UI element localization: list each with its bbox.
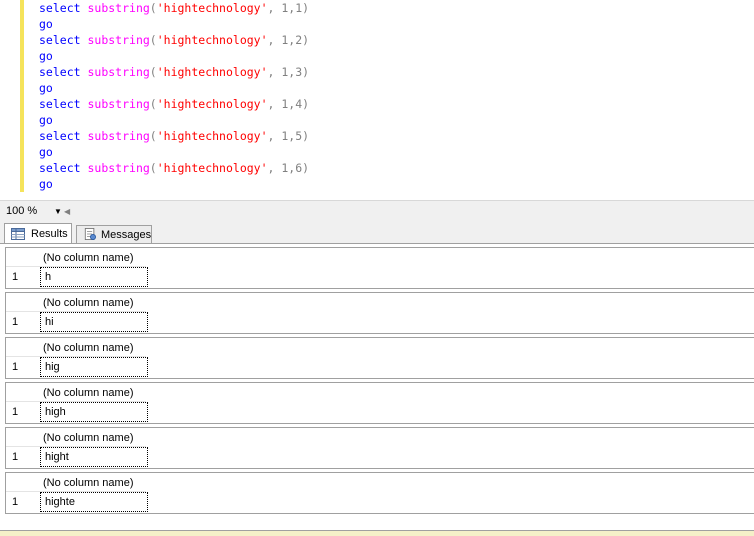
chevron-down-icon[interactable]: ▼ (54, 204, 62, 219)
code-line: select substring('hightechnology', 1,6) (39, 161, 310, 175)
code-line-go: go (39, 49, 53, 63)
row-number: 1 (12, 406, 19, 418)
result-cell[interactable]: hight (40, 447, 148, 467)
column-header[interactable]: (No column name) (41, 385, 149, 401)
code-line: select substring('hightechnology', 1,2) (39, 33, 310, 47)
result-grid[interactable]: (No column name) 1 hig (5, 337, 754, 379)
sql-code[interactable]: select substring('hightechnology', 1,1) … (39, 0, 309, 192)
column-header[interactable]: (No column name) (41, 250, 149, 266)
column-header[interactable]: (No column name) (41, 430, 149, 446)
tab-messages[interactable]: Messages (76, 225, 152, 243)
zoom-value: 100 % (6, 205, 38, 217)
code-line: select substring('hightechnology', 1,3) (39, 65, 310, 79)
result-cell[interactable]: hi (40, 312, 148, 332)
chevron-left-icon[interactable]: ◀ (64, 204, 70, 219)
result-cell[interactable]: high (40, 402, 148, 422)
column-header[interactable]: (No column name) (41, 295, 149, 311)
column-header[interactable]: (No column name) (41, 475, 149, 491)
result-grid[interactable]: (No column name) 1 hight (5, 427, 754, 469)
result-grid[interactable]: (No column name) 1 highte (5, 472, 754, 514)
code-line-go: go (39, 81, 53, 95)
code-line: select substring('hightechnology', 1,1) (39, 1, 310, 15)
change-tracking-bar (20, 0, 24, 192)
tab-results[interactable]: Results (4, 223, 72, 243)
zoom-dropdown[interactable]: 100 % ▼ (4, 204, 62, 219)
grid-icon (11, 228, 25, 240)
row-number: 1 (12, 496, 19, 508)
result-cell[interactable]: h (40, 267, 148, 287)
column-header[interactable]: (No column name) (41, 340, 149, 356)
editor-gutter (0, 0, 20, 200)
code-line-go: go (39, 177, 53, 191)
query-editor[interactable]: select substring('hightechnology', 1,1) … (0, 0, 754, 200)
row-number: 1 (12, 361, 19, 373)
results-pane: (No column name) 1 h (No column name) 1 … (0, 243, 754, 531)
row-number: 1 (12, 451, 19, 463)
row-number: 1 (12, 271, 19, 283)
results-tabs: Results Messages (0, 221, 754, 243)
code-line-go: go (39, 113, 53, 127)
result-cell[interactable]: hig (40, 357, 148, 377)
code-line: select substring('hightechnology', 1,5) (39, 129, 310, 143)
row-number: 1 (12, 316, 19, 328)
zoom-strip: 100 % ▼ ◀ (0, 200, 754, 221)
status-strip (0, 530, 754, 536)
code-line-go: go (39, 17, 53, 31)
result-grid[interactable]: (No column name) 1 hi (5, 292, 754, 334)
result-grid[interactable]: (No column name) 1 high (5, 382, 754, 424)
code-line-go: go (39, 145, 53, 159)
result-grid[interactable]: (No column name) 1 h (5, 247, 754, 289)
tab-results-label: Results (31, 228, 68, 240)
messages-icon (84, 228, 96, 240)
code-line: select substring('hightechnology', 1,4) (39, 97, 310, 111)
result-cell[interactable]: highte (40, 492, 148, 512)
tab-messages-label: Messages (101, 229, 152, 241)
